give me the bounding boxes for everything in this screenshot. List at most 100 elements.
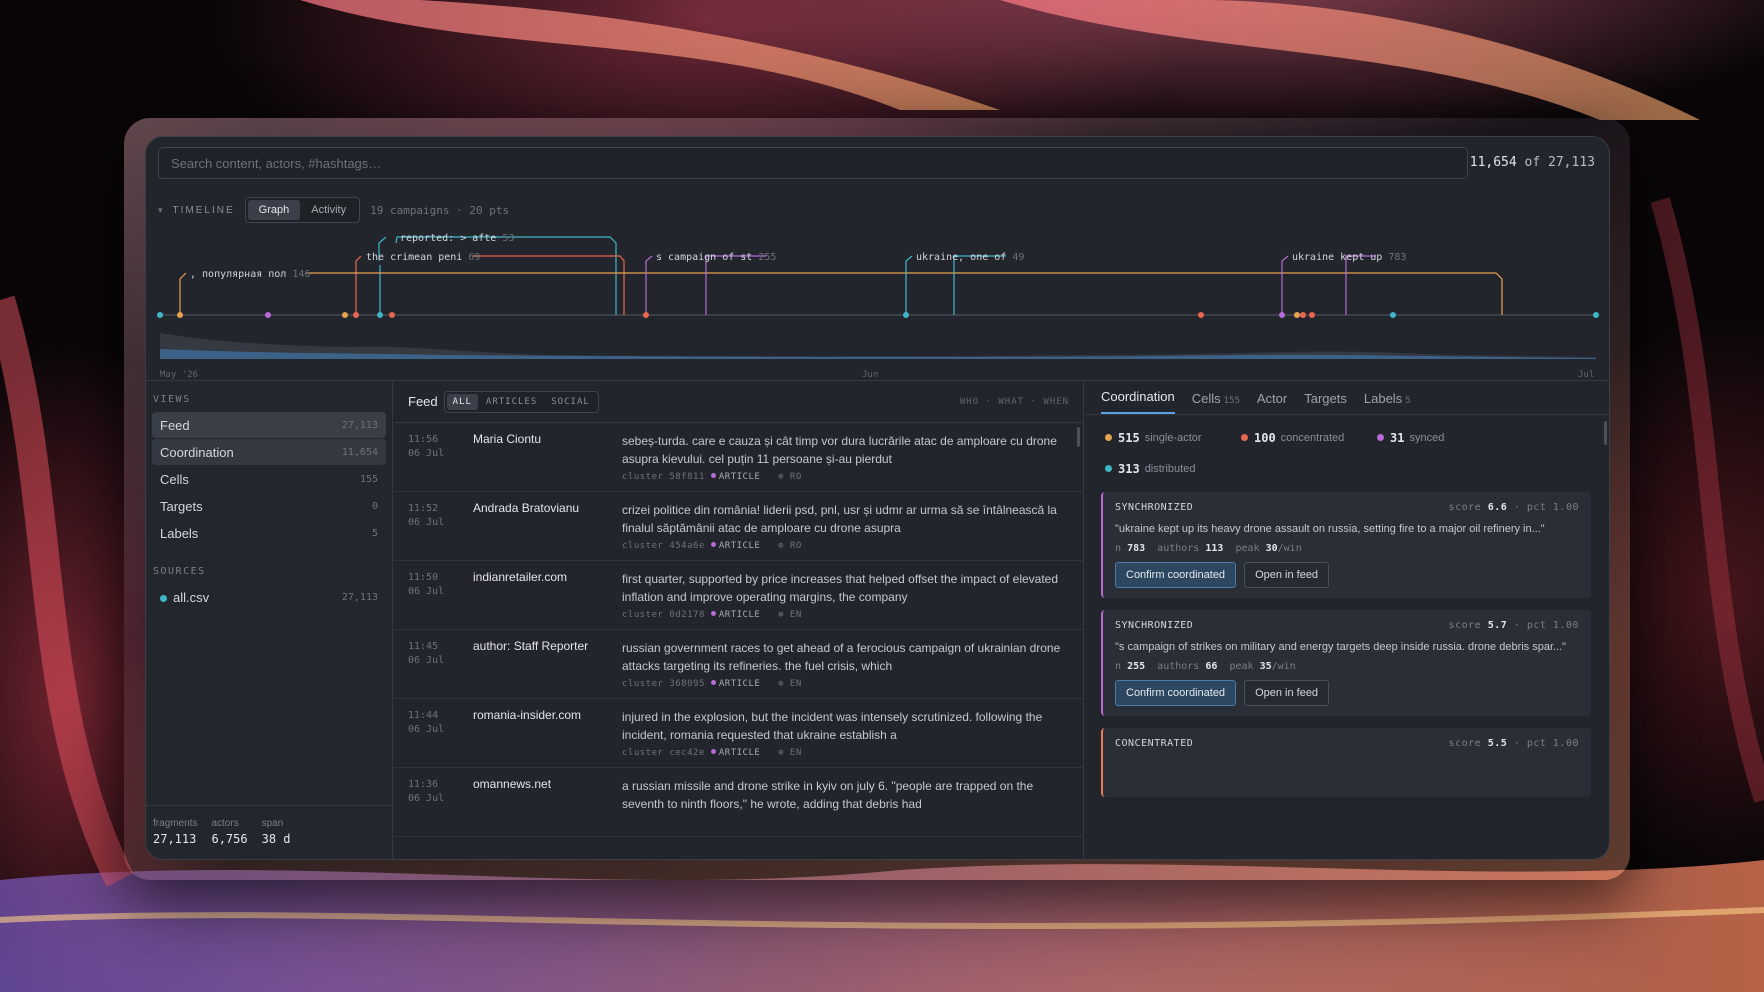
row-author[interactable]: indianretailer.com (473, 570, 567, 584)
shown-count: 11,654 (1469, 155, 1517, 170)
views-title: VIEWS (153, 394, 191, 405)
source-item-all-csv[interactable]: all.csv 27,113 (152, 584, 386, 610)
card-quote (1115, 757, 1579, 787)
sidebar-item-count: 27,113 (341, 419, 378, 431)
row-timestamp: 11:52 06 Jul (408, 503, 445, 528)
filter-social[interactable]: SOCIAL (545, 394, 596, 410)
tab-coordination[interactable]: Coordination (1101, 389, 1175, 414)
coordination-legend: 515 single-actor 100 concentrated 31 synced… (1085, 422, 1609, 484)
feed-row[interactable]: 11:44 06 Jul romania-insider.com injured in… (394, 699, 1083, 768)
annotation-label[interactable]: reported: > afte 53 (400, 233, 514, 244)
sidebar-item-count: 155 (359, 473, 378, 485)
row-timestamp: 11:36 06 Jul (408, 779, 445, 804)
feed-title: Feed (408, 394, 438, 409)
card-kind: SYNCHRONIZED (1115, 620, 1194, 631)
row-timestamp: 11:56 06 Jul (408, 434, 445, 459)
right-scrollbar[interactable] (1604, 421, 1607, 445)
feed-row[interactable]: 11:36 06 Jul omannews.net a russian missile… (394, 768, 1083, 837)
row-meta: cluster 368095 ARTICLE ⊕ EN (622, 679, 802, 689)
annotation-label[interactable]: the crimean peni 69 (366, 252, 480, 263)
card-score: score 5.7 · pct 1.00 (1448, 620, 1579, 631)
card-kind: SYNCHRONIZED (1115, 502, 1194, 513)
feed-row[interactable]: 11:50 06 Jul indianretailer.com first quart… (394, 561, 1083, 630)
feed-row[interactable]: 11:45 06 Jul author: Staff Reporter russian… (394, 630, 1083, 699)
stat-fragments: fragments 27,113 (153, 818, 198, 846)
sidebar-item-targets[interactable]: Targets 0 (152, 493, 386, 519)
row-meta: cluster 58f811 ARTICLE ⊕ RO (622, 472, 802, 482)
feed-scrollbar[interactable] (1077, 427, 1080, 447)
row-author[interactable]: romania-insider.com (473, 708, 581, 722)
tab-actor[interactable]: Actor (1257, 391, 1287, 414)
row-author[interactable]: omannews.net (473, 777, 551, 791)
collapse-caret-icon[interactable]: ▾ (158, 205, 163, 216)
tab-cells[interactable]: Cells 155 (1192, 391, 1240, 414)
legend-single-actor[interactable]: 515 single-actor (1105, 422, 1241, 453)
sidebar: VIEWS Feed 27,113 Coordination 11,654 Ce… (146, 381, 393, 859)
card-score: score 6.6 · pct 1.00 (1448, 502, 1579, 513)
filter-articles[interactable]: ARTICLES (480, 394, 543, 410)
source-count: 27,113 (341, 591, 378, 603)
timeline-mode-toggle: Graph Activity (244, 197, 361, 223)
tab-labels[interactable]: Labels 5 (1364, 391, 1411, 414)
legend-concentrated[interactable]: 100 concentrated (1241, 422, 1377, 453)
feed-filter: ALL ARTICLES SOCIAL (443, 390, 599, 413)
annotation-label[interactable]: s campaign of st 255 (656, 252, 776, 263)
card-score: score 5.5 · pct 1.00 (1448, 738, 1579, 749)
row-timestamp: 11:45 06 Jul (408, 641, 445, 666)
open-in-feed-button[interactable]: Open in feed (1244, 562, 1330, 588)
row-meta: cluster 454a6e ARTICLE ⊕ RO (622, 541, 802, 551)
row-author[interactable]: Andrada Bratovianu (473, 501, 579, 515)
axis-tick-label: May '26 (160, 370, 198, 380)
open-in-feed-button[interactable]: Open in feed (1244, 680, 1330, 706)
row-meta: cluster cec42e ARTICLE ⊕ EN (622, 748, 802, 758)
stat-actors: actors 6,756 (211, 818, 248, 846)
row-text: first quarter, supported by price increa… (622, 572, 1059, 604)
row-text: russian government races to get ahead of… (622, 641, 1061, 673)
filter-all[interactable]: ALL (446, 393, 478, 410)
tab-targets[interactable]: Targets (1304, 391, 1347, 414)
sidebar-item-feed[interactable]: Feed 27,113 (152, 412, 386, 438)
confirm-coordinated-button[interactable]: Confirm coordinated (1115, 562, 1237, 588)
legend-synced[interactable]: 31 synced (1377, 422, 1513, 453)
coordination-panel: Coordination Cells 155 Actor Targets Labe… (1085, 381, 1609, 859)
tab-graph[interactable]: Graph (247, 200, 301, 220)
timeline-graph[interactable]: reported: > afte 53 the crimean peni 69 … (146, 221, 1610, 381)
annotation-label[interactable]: ukraine, one of 49 (916, 252, 1024, 263)
sort-options[interactable]: WHO · WHAT · WHEN (960, 397, 1069, 407)
row-timestamp: 11:44 06 Jul (408, 710, 445, 735)
sidebar-item-labels[interactable]: Labels 5 (152, 520, 386, 546)
annotation-label[interactable]: ukraine kept up 783 (1292, 252, 1406, 263)
annotation-label[interactable]: , популярная пол 146 (190, 269, 310, 280)
sidebar-item-coordination[interactable]: Coordination 11,654 (152, 439, 386, 465)
result-count: 11,654 of 27,113 (1470, 155, 1595, 170)
axis-tick-label: Jul (1578, 370, 1594, 380)
legend-dot-icon (1105, 434, 1112, 441)
sidebar-item-label: Feed (160, 417, 190, 433)
sidebar-item-count: 5 (371, 527, 378, 539)
app-window: Search content, actors, #hashtags… 11,65… (145, 136, 1610, 860)
legend-distributed[interactable]: 313 distributed (1105, 453, 1241, 484)
sidebar-item-cells[interactable]: Cells 155 (152, 466, 386, 492)
feed-header: Feed ALL ARTICLES SOCIAL WHO · WHAT · WH… (394, 381, 1083, 423)
row-author[interactable]: author: Staff Reporter (473, 639, 588, 653)
feed-row[interactable]: 11:56 06 Jul Maria Ciontu sebeș-turda. care… (394, 423, 1083, 492)
campaign-card[interactable]: SYNCHRONIZED score 6.6 · pct 1.00 "ukrai… (1101, 492, 1591, 598)
legend-dot-icon (1241, 434, 1248, 441)
campaign-card[interactable]: SYNCHRONIZED score 5.7 · pct 1.00 "s cam… (1101, 610, 1591, 716)
legend-dot-icon (1377, 434, 1384, 441)
card-meta: n 255 authors 66 peak 35/win (1115, 661, 1296, 672)
search-input[interactable]: Search content, actors, #hashtags… (158, 147, 1468, 179)
sidebar-item-count: 0 (371, 500, 378, 512)
sidebar-item-count: 11,654 (341, 446, 378, 458)
row-author[interactable]: Maria Ciontu (473, 432, 541, 446)
sources-title: SOURCES (153, 566, 206, 577)
feed-row[interactable]: 11:52 06 Jul Andrada Bratovianu crizei poli… (394, 492, 1083, 561)
axis-tick-label: Jun (862, 370, 878, 380)
campaign-card[interactable]: CONCENTRATED score 5.5 · pct 1.00 (1101, 728, 1591, 797)
tab-activity[interactable]: Activity (300, 200, 357, 220)
sidebar-item-label: Cells (160, 471, 189, 487)
timeline-header: ▾ TIMELINE Graph Activity 19 campaigns ·… (158, 197, 509, 223)
row-text: crizei politice din românia! liderii psd… (622, 503, 1057, 535)
right-tabs: Coordination Cells 155 Actor Targets Labe… (1085, 381, 1609, 415)
confirm-coordinated-button[interactable]: Confirm coordinated (1115, 680, 1237, 706)
